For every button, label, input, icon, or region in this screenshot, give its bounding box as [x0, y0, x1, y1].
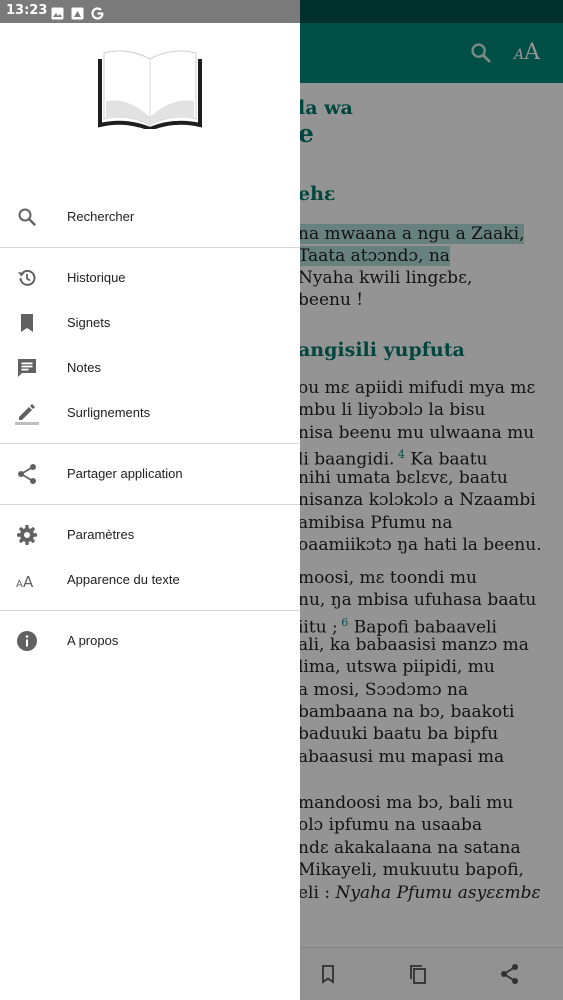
search-icon [15, 205, 39, 229]
menu-item-label: Rechercher [67, 209, 135, 224]
text-size-icon: AA [15, 568, 39, 592]
divider [0, 443, 300, 444]
navigation-drawer: 13:23 Rechercher Historique Signets Note… [0, 0, 300, 1000]
menu-item-label: Apparence du texte [67, 572, 180, 587]
gear-icon [15, 523, 39, 547]
menu-item-highlights[interactable]: Surlignements [0, 391, 300, 436]
menu-item-about[interactable]: A propos [0, 619, 300, 664]
menu-item-history[interactable]: Historique [0, 256, 300, 301]
svg-text:A: A [16, 579, 23, 590]
svg-text:A: A [23, 573, 34, 591]
share-icon [15, 462, 39, 486]
bookmark-icon [15, 311, 39, 335]
menu-item-notes[interactable]: Notes [0, 346, 300, 391]
divider [0, 247, 300, 248]
open-book-icon [96, 45, 204, 132]
image-icon [51, 5, 64, 20]
menu-item-label: Signets [67, 315, 111, 330]
menu-item-label: A propos [67, 633, 119, 648]
menu-item-label: Surlignements [67, 405, 151, 420]
menu-item-label: Historique [67, 270, 126, 285]
menu-item-label: Partager application [67, 466, 183, 481]
menu-item-label: Paramètres [67, 527, 135, 542]
divider [0, 610, 300, 611]
menu-item-label: Notes [67, 360, 101, 375]
status-bar: 13:23 [0, 0, 300, 23]
menu-item-settings[interactable]: Paramètres [0, 513, 300, 558]
menu-item-text-appearance[interactable]: AA Apparence du texte [0, 558, 300, 603]
menu-item-bookmarks[interactable]: Signets [0, 301, 300, 346]
note-icon [15, 356, 39, 380]
drawer-header [0, 23, 300, 183]
history-icon [15, 266, 39, 290]
photo-icon [71, 5, 84, 20]
info-icon [15, 629, 39, 653]
google-icon [91, 5, 104, 20]
divider [0, 504, 300, 505]
status-time: 13:23 [6, 3, 48, 18]
highlight-pen-icon [15, 401, 39, 425]
menu-item-search[interactable]: Rechercher [0, 195, 300, 240]
menu-item-share-app[interactable]: Partager application [0, 452, 300, 497]
